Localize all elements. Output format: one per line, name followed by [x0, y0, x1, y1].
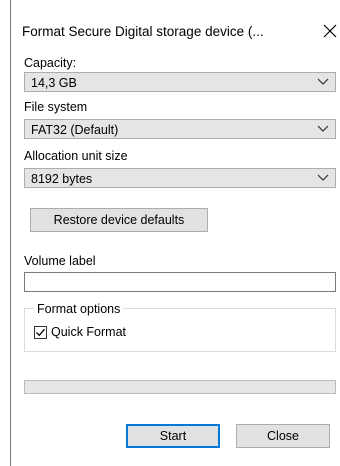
- title-bar: Format Secure Digital storage device (..…: [11, 0, 340, 48]
- window-left-border: [10, 0, 11, 466]
- close-icon[interactable]: [319, 20, 340, 42]
- capacity-label: Capacity:: [24, 56, 77, 70]
- file-system-select[interactable]: FAT32 (Default): [24, 119, 336, 139]
- checkmark-icon: [36, 328, 45, 336]
- allocation-size-select[interactable]: 8192 bytes: [24, 168, 336, 188]
- file-system-label: File system: [24, 100, 88, 114]
- chevron-down-icon: [317, 174, 329, 181]
- start-button[interactable]: Start: [126, 424, 220, 448]
- format-options-title: Format options: [34, 302, 124, 316]
- restore-defaults-button[interactable]: Restore device defaults: [30, 208, 208, 232]
- quick-format-checkbox[interactable]: [34, 325, 47, 339]
- quick-format-label: Quick Format: [51, 325, 127, 339]
- allocation-size-label: Allocation unit size: [24, 149, 128, 163]
- quick-format-option[interactable]: Quick Format: [34, 325, 126, 339]
- volume-label-input[interactable]: [24, 272, 336, 292]
- capacity-select[interactable]: 14,3 GB: [24, 72, 336, 92]
- volume-label-label: Volume label: [24, 254, 96, 268]
- format-progress-bar: [24, 380, 336, 394]
- capacity-value: 14,3 GB: [31, 76, 77, 90]
- file-system-value: FAT32 (Default): [31, 123, 119, 137]
- chevron-down-icon: [317, 125, 329, 132]
- chevron-down-icon: [317, 78, 329, 85]
- close-button[interactable]: Close: [236, 424, 330, 448]
- allocation-size-value: 8192 bytes: [31, 172, 93, 186]
- window-title: Format Secure Digital storage device (..…: [22, 24, 264, 39]
